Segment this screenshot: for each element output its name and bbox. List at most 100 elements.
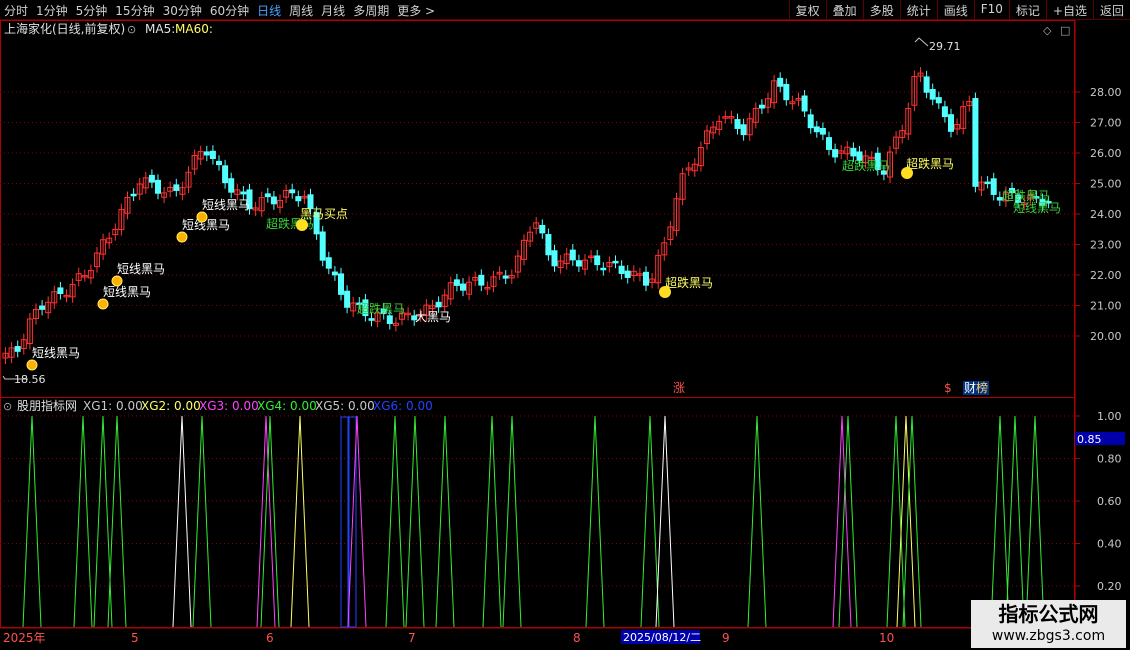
candle-body: [929, 89, 936, 100]
signal-spike: [585, 415, 605, 628]
candle-body: [39, 305, 46, 310]
toolbar-action-6[interactable]: 标记: [1008, 0, 1046, 19]
panel-close-icon[interactable]: □: [1060, 24, 1070, 37]
signal-spike: [1025, 415, 1045, 628]
buy-coin-icon: [176, 231, 188, 243]
candle-body: [435, 301, 442, 308]
period-tab-7[interactable]: 周线: [285, 0, 317, 19]
indicator-tick-label: 0.80: [1097, 453, 1122, 466]
period-tab-0[interactable]: 分时: [0, 0, 32, 19]
settings-diamond-icon[interactable]: ◇: [1043, 24, 1052, 37]
signal-annotation: 短线黑马: [117, 262, 165, 276]
signal-spike: [502, 415, 522, 628]
rank-mark[interactable]: 榜: [976, 380, 988, 395]
period-tab-10[interactable]: 更多 >: [393, 0, 439, 19]
period-tab-2[interactable]: 5分钟: [72, 0, 112, 19]
candle-body: [14, 346, 21, 352]
candle-body: [222, 165, 229, 184]
candle-body: [216, 160, 222, 166]
candle-body: [209, 150, 216, 159]
signal-annotation: 黑马买点: [300, 207, 348, 221]
toolbar-action-5[interactable]: F10: [973, 0, 1009, 19]
toolbar-action-2[interactable]: 多股: [862, 0, 900, 19]
title-dropdown-icon[interactable]: ⊙: [127, 23, 136, 36]
candle-body: [826, 137, 832, 150]
x-label-oct: 10: [879, 631, 894, 645]
period-tab-1[interactable]: 1分钟: [32, 0, 72, 19]
toolbar: 分时 1分钟 5分钟 15分钟 30分钟 60分钟 日线 周线 月线 多周期 更多 > 复权 叠加 多股…: [0, 0, 1130, 20]
x-label-sep: 9: [722, 631, 730, 645]
finance-mark[interactable]: 财: [964, 381, 976, 395]
signal-annotation: 大黑马: [415, 310, 451, 324]
candle-body: [453, 279, 460, 286]
candle-body: [155, 179, 161, 194]
signal-annotation: 超跌黑马: [842, 158, 890, 173]
candle-body: [941, 106, 948, 118]
price-tick-label: 26.00: [1090, 147, 1122, 160]
candle-body: [777, 77, 784, 87]
toolbar-action-3[interactable]: 统计: [899, 0, 937, 19]
candle-body: [368, 318, 375, 321]
xg2-label: XG2: 0.00: [141, 399, 201, 413]
price-tick-label: 20.00: [1090, 330, 1122, 343]
dollar-mark: $: [944, 381, 952, 395]
signal-spike: [838, 415, 858, 628]
candle-body: [984, 181, 991, 185]
watermark-title: 指标公式网: [998, 602, 1099, 626]
candle-body: [344, 290, 351, 308]
x-label-aug: 8: [573, 631, 581, 645]
low-marker: 18.56: [14, 373, 46, 386]
candle-body: [386, 315, 393, 325]
candle-body: [331, 271, 338, 276]
candle-body: [569, 249, 576, 261]
toolbar-action-7[interactable]: +自选: [1045, 0, 1093, 19]
signal-spike: [435, 415, 455, 628]
signal-spike: [290, 415, 310, 628]
indicator-tick-label: 1.00: [1097, 410, 1122, 423]
limit-up-mark: 涨: [673, 380, 685, 395]
high-marker: 29.71: [929, 40, 961, 53]
period-tab-9[interactable]: 多周期: [349, 0, 393, 19]
candle-body: [819, 127, 826, 135]
xg5-label: XG5: 0.00: [315, 399, 375, 413]
signal-spike: [902, 415, 922, 628]
price-tick-label: 22.00: [1090, 269, 1122, 282]
x-label-jul: 7: [408, 631, 416, 645]
xg4-label: XG4: 0.00: [257, 399, 317, 413]
kline-chart[interactable]: 28.00 27.00 26.00 25.00 24.00 23.00 22.00 21.00…: [0, 20, 1130, 650]
candle-body: [923, 76, 930, 93]
candle-body: [148, 174, 155, 183]
smiley-icon: [659, 286, 671, 298]
period-tab-3[interactable]: 15分钟: [111, 0, 158, 19]
candle-body: [240, 191, 247, 195]
signal-spike: [990, 415, 1010, 628]
candle-body: [935, 97, 942, 104]
signal-spike: [172, 415, 192, 628]
toolbar-action-0[interactable]: 复权: [788, 0, 826, 19]
toolbar-action-4[interactable]: 画线: [936, 0, 974, 19]
candle-body: [832, 149, 839, 158]
period-tab-5[interactable]: 60分钟: [206, 0, 253, 19]
candle-body: [612, 260, 619, 264]
signal-annotation: 短线黑马: [1013, 201, 1061, 215]
toolbar-action-1[interactable]: 叠加: [825, 0, 863, 19]
signal-annotation: 短线黑马: [32, 346, 80, 360]
indicator-dropdown-icon[interactable]: ⊙: [3, 400, 12, 413]
candle-body: [319, 231, 326, 261]
candle-body: [502, 275, 509, 279]
x-label-may: 5: [131, 631, 139, 645]
period-tabs: 分时 1分钟 5分钟 15分钟 30分钟 60分钟 日线 周线 月线 多周期 更多 >: [0, 0, 439, 19]
price-tick-label: 24.00: [1090, 208, 1122, 221]
price-tick-label: 21.00: [1090, 300, 1122, 313]
candle-body: [758, 104, 765, 109]
xg6-label: XG6: 0.00: [373, 399, 433, 413]
period-tab-8[interactable]: 月线: [317, 0, 349, 19]
period-tab-6[interactable]: 日线: [253, 0, 285, 19]
current-value-tag: 0.85: [1077, 433, 1102, 446]
period-tab-4[interactable]: 30分钟: [159, 0, 206, 19]
candle-body: [478, 274, 485, 286]
candle-body: [807, 114, 814, 129]
watermark-url: www.zbgs3.com: [991, 628, 1106, 644]
toolbar-action-8[interactable]: 返回: [1092, 0, 1130, 19]
candle-body: [264, 193, 271, 198]
